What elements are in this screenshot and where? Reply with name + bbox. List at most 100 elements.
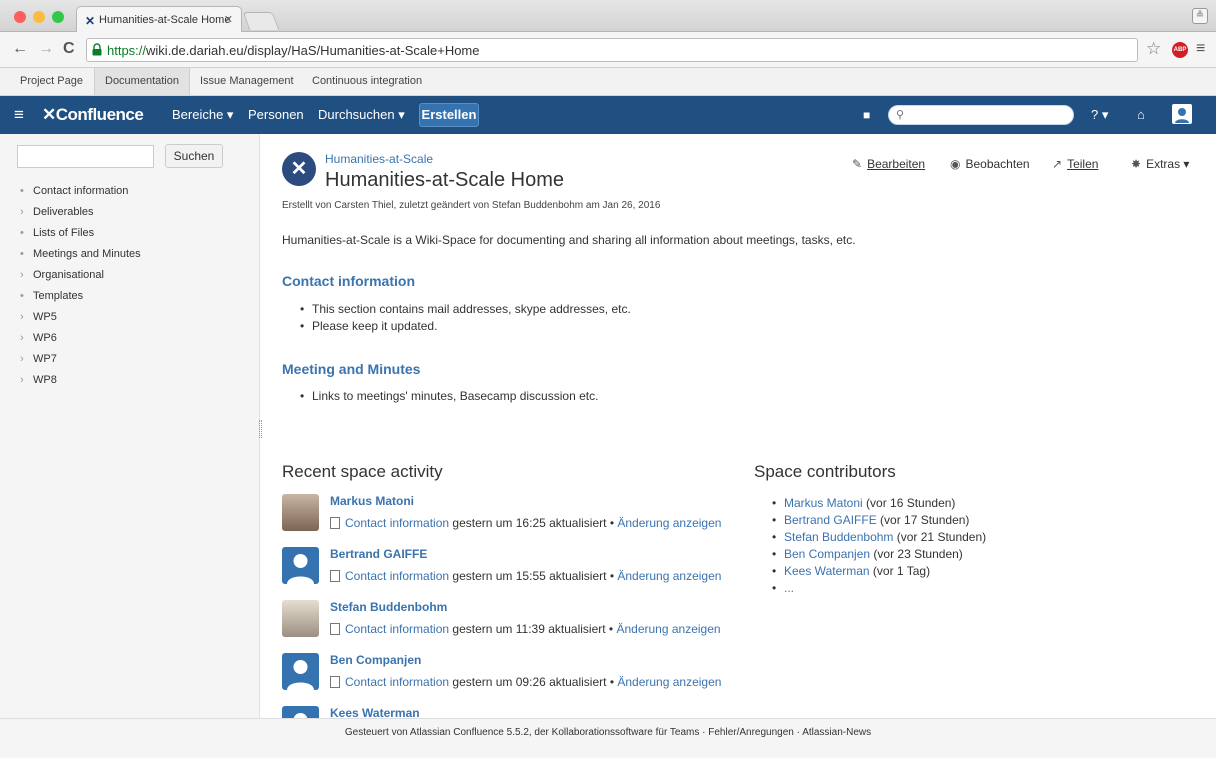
footer-separator: ·	[699, 727, 709, 738]
activity-user-link[interactable]: Bertrand GAIFFE	[330, 547, 427, 561]
tree-expand-icon[interactable]: ›	[20, 268, 24, 282]
reload-icon[interactable]: C	[63, 40, 75, 58]
back-arrow-icon[interactable]: ←	[12, 40, 28, 58]
atlassian-news-link[interactable]: Atlassian-News	[802, 727, 871, 738]
activity-page-link[interactable]: Contact information	[345, 569, 449, 583]
tree-item-label: Contact information	[33, 185, 129, 197]
pencil-icon: ✎	[852, 157, 863, 171]
tree-item-meetings-and-minutes[interactable]: • Meetings and Minutes	[20, 247, 141, 268]
address-bar[interactable]: https://wiki.de.dariah.eu/display/HaS/Hu…	[86, 38, 1138, 62]
close-window-button[interactable]	[14, 11, 26, 23]
tree-expand-icon[interactable]: ›	[20, 373, 24, 387]
avatar[interactable]	[282, 600, 319, 637]
confluence-logo[interactable]: ✕Confluence	[42, 96, 144, 134]
space-logo-icon[interactable]: ✕	[282, 152, 316, 186]
sidebar-search-button[interactable]: Suchen	[165, 144, 223, 168]
nav-bereiche[interactable]: Bereiche ▾	[172, 96, 233, 134]
notifications-icon[interactable]: ⌂	[1137, 96, 1145, 134]
adblock-icon[interactable]: ABP	[1172, 42, 1188, 58]
show-change-link[interactable]: Änderung anzeigen	[616, 622, 720, 636]
contributor-link[interactable]: Markus Matoni	[784, 496, 863, 510]
show-change-link[interactable]: Änderung anzeigen	[617, 569, 721, 583]
tree-item-label: Organisational	[33, 269, 104, 281]
user-avatar-menu[interactable]: ▾	[1172, 96, 1198, 160]
contributor-link[interactable]: Ben Companjen	[784, 547, 870, 561]
tree-item-wp7[interactable]: › WP7	[20, 352, 141, 373]
tree-item-contact-information[interactable]: • Contact information	[20, 184, 141, 205]
bookmark-project-page[interactable]: Project Page	[10, 68, 93, 95]
quick-search-input[interactable]: ⚲	[888, 105, 1074, 125]
contributor-time: (vor 16 Stunden)	[862, 496, 956, 510]
extras-menu[interactable]: ✸ Extras ▾	[1131, 157, 1189, 171]
tree-item-deliverables[interactable]: › Deliverables	[20, 205, 141, 226]
tree-expand-icon[interactable]: ›	[20, 310, 24, 324]
tree-item-wp8[interactable]: › WP8	[20, 373, 141, 394]
minimize-window-button[interactable]	[33, 11, 45, 23]
list-item: Please keep it updated.	[300, 319, 631, 336]
avatar[interactable]	[282, 706, 319, 718]
list-item: Stefan Buddenbohm (vor 21 Stunden)	[772, 530, 986, 547]
tree-expand-icon[interactable]: ›	[20, 331, 24, 345]
space-sidebar: Suchen • Contact information › Deliverable…	[0, 134, 260, 718]
user-profile-icon[interactable]: ≗	[1192, 8, 1208, 24]
page-icon	[330, 676, 340, 688]
bookmark-documentation[interactable]: Documentation	[94, 68, 190, 95]
create-button[interactable]: Erstellen	[419, 103, 479, 127]
tree-item-organisational[interactable]: › Organisational	[20, 268, 141, 289]
show-change-link[interactable]: Änderung anzeigen	[617, 675, 721, 689]
tree-item-label: Deliverables	[33, 206, 94, 218]
tab-close-icon[interactable]: ✕	[224, 13, 233, 26]
list-item: Markus Matoni (vor 16 Stunden)	[772, 496, 986, 513]
avatar[interactable]	[282, 547, 319, 584]
tree-item-wp6[interactable]: › WP6	[20, 331, 141, 352]
show-change-link[interactable]: Änderung anzeigen	[617, 516, 721, 530]
tree-item-lists-of-files[interactable]: • Lists of Files	[20, 226, 141, 247]
meeting-bullet-list: Links to meetings' minutes, Basecamp dis…	[300, 389, 598, 406]
tree-expand-icon[interactable]: ›	[20, 205, 24, 219]
activity-user-link[interactable]: Markus Matoni	[330, 494, 414, 508]
powered-by-text: Gesteuert von Atlassian Confluence 5.5.2…	[344, 727, 700, 738]
bug-report-link[interactable]: Fehler/Anregungen	[708, 727, 794, 738]
nav-durchsuchen[interactable]: Durchsuchen ▾	[318, 96, 405, 134]
more-contributors-link[interactable]: ...	[784, 581, 794, 595]
tree-bullet-icon: •	[20, 290, 24, 302]
tree-item-label: Templates	[33, 290, 84, 302]
contributor-link[interactable]: Kees Waterman	[784, 564, 870, 578]
nav-personen[interactable]: Personen	[248, 96, 304, 134]
activity-user-link[interactable]: Ben Companjen	[330, 653, 421, 667]
edit-button[interactable]: ✎ Bearbeiten	[852, 157, 925, 171]
activity-page-link[interactable]: Contact information	[345, 675, 449, 689]
tree-expand-icon[interactable]: ›	[20, 352, 24, 366]
help-menu[interactable]: ? ▾	[1091, 96, 1108, 134]
watch-button[interactable]: ◉ Beobachten	[950, 157, 1030, 171]
activity-page-link[interactable]: Contact information	[345, 622, 449, 636]
forward-arrow-icon[interactable]: →	[38, 40, 54, 58]
chrome-menu-icon[interactable]: ≡	[1196, 40, 1205, 58]
extras-label: Extras ▾	[1146, 157, 1190, 171]
share-button[interactable]: ↗ Teilen	[1052, 157, 1098, 171]
contributor-link[interactable]: Bertrand GAIFFE	[784, 513, 877, 527]
avatar[interactable]	[282, 494, 319, 531]
tree-item-label: Lists of Files	[33, 227, 95, 239]
contributor-link[interactable]: Stefan Buddenbohm	[784, 530, 893, 544]
bookmark-star-icon[interactable]: ☆	[1146, 40, 1161, 58]
tree-bullet-icon: •	[20, 185, 24, 197]
sidebar-search-input[interactable]	[17, 145, 154, 168]
tree-item-wp5[interactable]: › WP5	[20, 310, 141, 331]
breadcrumb-space-link[interactable]: Humanities-at-Scale	[325, 152, 433, 166]
recent-activity-heading: Recent space activity	[282, 462, 443, 481]
activity-page-link[interactable]: Contact information	[345, 516, 449, 530]
activity-user-link[interactable]: Stefan Buddenbohm	[330, 600, 447, 614]
app-switcher-icon[interactable]: ≡	[14, 96, 24, 134]
browser-tab[interactable]: ✕ Humanities-at-Scale Home ✕	[76, 6, 242, 33]
zoom-window-button[interactable]	[52, 11, 64, 23]
bookmark-continuous-integration[interactable]: Continuous integration	[302, 68, 432, 95]
new-tab-button[interactable]	[242, 12, 280, 30]
avatar[interactable]	[282, 653, 319, 690]
bookmark-issue-management[interactable]: Issue Management	[190, 68, 304, 95]
confluence-header: ≡ ✕Confluence Bereiche ▾ Personen Durchs…	[0, 96, 1216, 160]
tree-item-templates[interactable]: • Templates	[20, 289, 141, 310]
contributors-heading: Space contributors	[754, 462, 896, 481]
sidebar-toggle-icon[interactable]: ■	[863, 96, 870, 134]
activity-user-link[interactable]: Kees Waterman	[330, 706, 420, 718]
